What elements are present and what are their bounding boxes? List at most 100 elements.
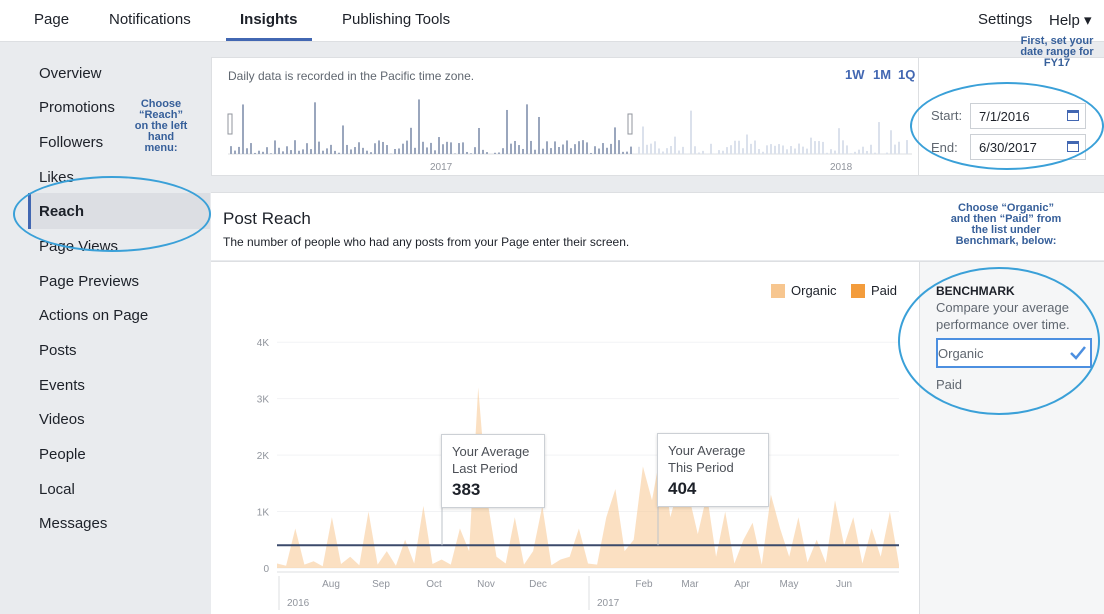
range-button-1m[interactable]: 1M: [873, 67, 891, 82]
annotation-benchmark-line: Benchmark, below:: [955, 235, 1057, 247]
timeline-bar: [814, 141, 816, 154]
timeline-bar: [354, 147, 356, 154]
timeline-bar: [762, 151, 764, 154]
timeline-bar: [266, 147, 268, 154]
timeline-bar: [538, 116, 540, 154]
timeline-bar: [738, 140, 740, 154]
nav-settings[interactable]: Settings: [978, 11, 1032, 28]
timeline-bar: [802, 146, 804, 154]
sidebar-item-promotions[interactable]: Promotions: [39, 99, 115, 116]
timeline-bar: [262, 151, 264, 154]
annotation-benchmark: Choose “Organic” and then “Paid” from th…: [936, 203, 1076, 247]
timeline-bar: [658, 148, 660, 154]
timeline-bar: [454, 153, 456, 154]
timeline-bar: [498, 152, 500, 154]
timeline-bar: [362, 147, 364, 154]
timeline-bar: [506, 109, 508, 154]
timeline-bar: [746, 134, 748, 154]
timeline-bar: [614, 127, 616, 154]
y-tick-label: 0: [263, 564, 269, 575]
sidebar-item-page-previews[interactable]: Page Previews: [39, 273, 139, 290]
timeline-bar: [346, 144, 348, 154]
sidebar-item-actions-on-page[interactable]: Actions on Page: [39, 307, 148, 324]
sidebar-item-posts[interactable]: Posts: [39, 342, 77, 359]
range-button-1w[interactable]: 1W: [845, 67, 865, 82]
timeline-year-label: 2018: [830, 162, 853, 173]
timeline-bar: [586, 142, 588, 154]
timeline-handle-end[interactable]: [627, 113, 633, 135]
year-label: 2017: [597, 598, 620, 609]
sidebar-item-local[interactable]: Local: [39, 481, 75, 498]
timeline-bar: [522, 148, 524, 154]
nav-insights[interactable]: Insights: [240, 11, 298, 28]
x-tick-label: Dec: [529, 579, 547, 590]
organic-area: [277, 387, 899, 568]
timeline-bar: [426, 147, 428, 154]
timeline-bar: [366, 150, 368, 154]
timeline-bar: [718, 150, 720, 154]
legend-swatch-organic: [771, 284, 785, 298]
timeline-bar: [694, 146, 696, 154]
timeline-handle-start[interactable]: [227, 113, 233, 135]
timeline-bar: [734, 140, 736, 154]
timeline-bar: [438, 137, 440, 154]
timeline-bar: [834, 150, 836, 154]
legend-label-organic: Organic: [791, 283, 837, 298]
highlight-circle-date-range: [910, 82, 1104, 170]
sidebar-item-events[interactable]: Events: [39, 377, 85, 394]
timeline-bar: [370, 152, 372, 154]
timeline-bar: [474, 147, 476, 154]
timeline-bar: [422, 141, 424, 154]
y-tick-label: 1K: [257, 508, 270, 519]
nav-page[interactable]: Page: [34, 11, 69, 28]
timeline-bar: [250, 143, 252, 154]
y-tick-label: 2K: [257, 451, 270, 462]
post-reach-subtitle: The number of people who had any posts f…: [223, 235, 630, 249]
average-last-value: 383: [452, 480, 481, 499]
timeline-bar: [846, 145, 848, 154]
sidebar-item-videos[interactable]: Videos: [39, 411, 85, 428]
x-tick-label: Apr: [734, 579, 750, 590]
timeline-bar: [866, 150, 868, 154]
sidebar-item-followers[interactable]: Followers: [39, 134, 103, 151]
timeline-bar: [298, 150, 300, 154]
timeline-bar: [290, 150, 292, 154]
sidebar-item-people[interactable]: People: [39, 446, 86, 463]
active-tab-indicator: [226, 38, 312, 41]
average-last-label-line1: Your Average: [452, 444, 530, 459]
annotation-reach-line: menu:: [144, 142, 178, 154]
timeline-bar: [750, 143, 752, 154]
range-button-1q[interactable]: 1Q: [898, 67, 915, 82]
timeline-bar: [402, 143, 404, 154]
timeline-bar: [574, 144, 576, 154]
nav-publishing-tools[interactable]: Publishing Tools: [342, 11, 450, 28]
timeline-bar: [302, 149, 304, 154]
x-tick-label: Mar: [681, 579, 699, 590]
x-tick-label: Jun: [836, 579, 852, 590]
timeline-bar: [342, 125, 344, 154]
timeline-bar: [230, 146, 232, 154]
timeline-bar: [534, 149, 536, 154]
nav-help[interactable]: Help ▾: [1049, 11, 1092, 29]
timeline-scrubber[interactable]: 2017 2018: [212, 94, 918, 174]
legend-label-paid: Paid: [871, 283, 898, 298]
timeline-bar: [470, 153, 472, 154]
timeline-bar: [526, 104, 528, 154]
timeline-bar: [754, 140, 756, 154]
timeline-bar: [398, 148, 400, 154]
timeline-bar: [862, 146, 864, 154]
timeline-bar: [654, 141, 656, 154]
timeline-bar: [626, 151, 628, 154]
timeline-bar: [638, 146, 640, 154]
timeline-bar: [242, 104, 244, 154]
timeline-bar: [794, 148, 796, 154]
average-this-period-tooltip: Your Average This Period 404: [657, 433, 769, 507]
timeline-bar: [650, 143, 652, 154]
timeline-bar: [682, 146, 684, 154]
timeline-bar: [854, 151, 856, 154]
sidebar-item-overview[interactable]: Overview: [39, 65, 102, 82]
timeline-bar: [766, 145, 768, 154]
nav-notifications[interactable]: Notifications: [109, 11, 191, 28]
timeline-bar: [786, 149, 788, 154]
sidebar-item-messages[interactable]: Messages: [39, 515, 107, 532]
